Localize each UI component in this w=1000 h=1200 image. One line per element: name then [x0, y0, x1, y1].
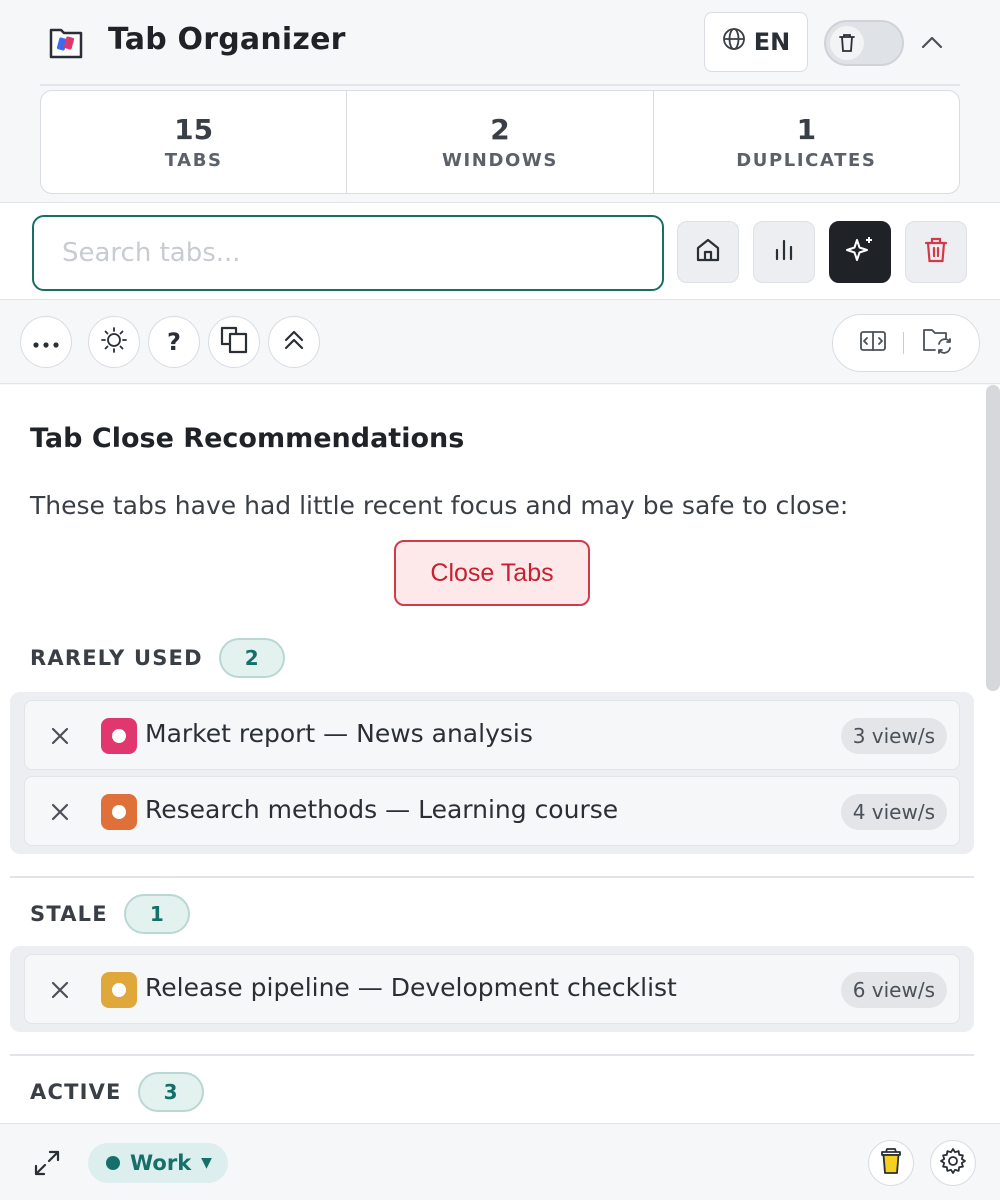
- action-bar: ?: [0, 302, 1000, 384]
- more-button[interactable]: [20, 316, 72, 368]
- tab-group-stale: Release pipeline — Development checklist…: [10, 946, 974, 1032]
- language-label: EN: [753, 28, 791, 56]
- stats-panel: 15 TABS 2 WINDOWS 1 DUPLICATES: [40, 90, 960, 194]
- coffee-cup-icon: [880, 1147, 902, 1179]
- pill-separator: [903, 332, 905, 354]
- help-button[interactable]: ?: [148, 316, 200, 368]
- copy-icon: [219, 325, 249, 359]
- collapse-all-button[interactable]: [268, 316, 320, 368]
- tab-title: Research methods — Learning course: [145, 795, 619, 824]
- duplicate-button[interactable]: [208, 316, 260, 368]
- home-icon: [694, 236, 722, 268]
- views-badge: 3 view/s: [840, 718, 947, 754]
- close-icon[interactable]: [45, 721, 75, 751]
- favicon-icon: [101, 718, 137, 754]
- section-label: ACTIVE: [30, 1080, 122, 1104]
- bar-chart-icon: [771, 237, 797, 267]
- section-divider: [10, 1054, 974, 1056]
- language-button[interactable]: EN: [704, 12, 808, 72]
- folder-sync-icon[interactable]: [921, 327, 953, 359]
- count-badge: 1: [123, 894, 190, 934]
- tab-row[interactable]: Research methods — Learning course 4 vie…: [24, 776, 960, 846]
- donate-button[interactable]: [868, 1140, 914, 1186]
- count-badge: 3: [137, 1072, 204, 1112]
- scrollbar[interactable]: [984, 385, 1000, 1123]
- favicon-icon: [101, 972, 137, 1008]
- gear-icon: [939, 1147, 967, 1179]
- stat-value: 15: [174, 113, 214, 146]
- chevrons-up-icon: [283, 329, 305, 355]
- stats-button[interactable]: [753, 221, 815, 283]
- app-title: Tab Organizer: [108, 22, 346, 57]
- close-icon[interactable]: [45, 975, 75, 1005]
- header-divider: [40, 84, 960, 86]
- trash-icon: [830, 26, 864, 60]
- chevron-up-icon[interactable]: [916, 26, 948, 58]
- more-icon: [33, 333, 59, 352]
- favicon-icon: [101, 794, 137, 830]
- section-label: RARELY USED: [30, 646, 203, 670]
- section-label: STALE: [30, 902, 108, 926]
- stat-value: 2: [490, 113, 510, 146]
- workspace-label: Work: [130, 1151, 192, 1175]
- stat-tabs: 15 TABS: [41, 91, 348, 193]
- views-badge: 6 view/s: [840, 972, 947, 1008]
- globe-icon: [722, 27, 746, 57]
- view-options: [832, 314, 980, 372]
- split-view-icon[interactable]: [859, 329, 887, 357]
- workspace-dot: [106, 1156, 120, 1170]
- stat-duplicates: 1 DUPLICATES: [654, 91, 959, 193]
- stat-label: DUPLICATES: [736, 150, 877, 171]
- expand-icon[interactable]: [30, 1146, 64, 1180]
- scrollbar-thumb[interactable]: [986, 385, 1000, 691]
- ai-suggestions-button[interactable]: [829, 221, 891, 283]
- tab-row[interactable]: Market report — News analysis 3 view/s: [24, 700, 960, 770]
- header: Tab Organizer EN 15 TABS 2 WINDOWS 1 DUP…: [0, 0, 1000, 200]
- theme-button[interactable]: [88, 316, 140, 368]
- stat-label: TABS: [164, 150, 223, 171]
- search-input[interactable]: [32, 215, 664, 291]
- workspace-selector[interactable]: Work ▼: [88, 1143, 228, 1183]
- recommendations-panel: Tab Close Recommendations These tabs hav…: [0, 385, 1000, 1123]
- logo-icon: [48, 24, 84, 60]
- tab-group-rarely-used: Market report — News analysis 3 view/s R…: [10, 692, 974, 854]
- delete-button[interactable]: [905, 221, 967, 283]
- views-badge: 4 view/s: [840, 794, 947, 830]
- recommendations-description: These tabs have had little recent focus …: [30, 491, 849, 520]
- stat-value: 1: [796, 113, 817, 146]
- footer: Work ▼: [0, 1123, 1000, 1200]
- sun-icon: [100, 326, 128, 358]
- settings-button[interactable]: [930, 1140, 976, 1186]
- stat-label: WINDOWS: [442, 150, 558, 171]
- sparkles-icon: [844, 234, 876, 270]
- count-badge: 2: [218, 638, 285, 678]
- home-button[interactable]: [677, 221, 739, 283]
- close-tabs-button[interactable]: Close Tabs: [394, 540, 590, 606]
- auto-close-toggle[interactable]: [824, 20, 904, 66]
- section-header-stale: STALE 1: [30, 894, 190, 934]
- stat-windows: 2 WINDOWS: [347, 91, 654, 193]
- caret-down-icon: ▼: [201, 1155, 212, 1171]
- tab-row[interactable]: Release pipeline — Development checklist…: [24, 954, 960, 1024]
- tab-title: Market report — News analysis: [145, 719, 533, 748]
- recommendations-title: Tab Close Recommendations: [30, 423, 465, 454]
- help-icon: ?: [167, 328, 181, 356]
- section-header-rarely-used: RARELY USED 2: [30, 638, 285, 678]
- close-icon[interactable]: [45, 797, 75, 827]
- trash-icon: [923, 236, 949, 268]
- search-toolbar: [0, 202, 1000, 300]
- section-header-active: ACTIVE 3: [30, 1072, 204, 1112]
- section-divider: [10, 876, 974, 878]
- tab-title: Release pipeline — Development checklist: [145, 973, 677, 1002]
